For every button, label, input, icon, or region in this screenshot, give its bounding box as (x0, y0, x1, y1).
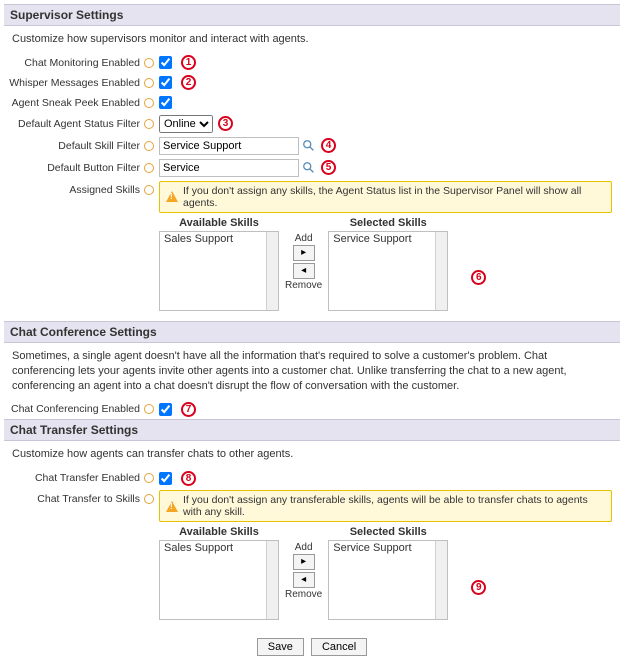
status-filter-label: Default Agent Status Filter (18, 118, 140, 130)
conference-settings-header: Chat Conference Settings (4, 321, 620, 343)
button-filter-input[interactable] (159, 159, 299, 177)
annotation-badge: 1 (181, 55, 196, 70)
transfer-enabled-checkbox[interactable] (159, 472, 172, 485)
supervisor-settings-desc: Customize how supervisors monitor and in… (4, 26, 620, 53)
remove-label: Remove (285, 280, 322, 291)
whisper-checkbox[interactable] (159, 76, 172, 89)
annotation-badge: 7 (181, 402, 196, 417)
help-icon[interactable] (144, 494, 154, 504)
selected-skills-title: Selected Skills (328, 215, 448, 231)
help-icon[interactable] (144, 185, 154, 195)
available-skills-title: Available Skills (159, 524, 279, 540)
chat-monitoring-checkbox[interactable] (159, 56, 172, 69)
help-icon[interactable] (144, 78, 154, 88)
add-label: Add (295, 542, 313, 553)
transfer-skills-warning: If you don't assign any transferable ski… (159, 490, 612, 522)
help-icon[interactable] (144, 473, 154, 483)
help-icon[interactable] (144, 163, 154, 173)
selected-skills-title: Selected Skills (328, 524, 448, 540)
help-icon[interactable] (144, 98, 154, 108)
save-button[interactable]: Save (257, 638, 304, 656)
remove-button[interactable]: ◂ (293, 263, 315, 279)
conference-settings-desc: Sometimes, a single agent doesn't have a… (4, 343, 620, 400)
conference-enabled-label: Chat Conferencing Enabled (11, 403, 140, 415)
transfer-skills-label: Chat Transfer to Skills (37, 493, 140, 505)
skill-filter-label: Default Skill Filter (58, 140, 140, 152)
list-item[interactable]: Service Support (329, 232, 447, 246)
chat-monitoring-label: Chat Monitoring Enabled (24, 57, 140, 69)
cancel-button[interactable]: Cancel (311, 638, 367, 656)
available-skills-listbox[interactable]: Sales Support (159, 540, 279, 620)
conference-enabled-checkbox[interactable] (159, 403, 172, 416)
annotation-badge: 3 (218, 116, 233, 131)
list-item[interactable]: Service Support (329, 541, 447, 555)
button-filter-label: Default Button Filter (47, 162, 140, 174)
annotation-badge: 9 (471, 580, 486, 595)
whisper-label: Whisper Messages Enabled (9, 77, 140, 89)
warning-text: If you don't assign any skills, the Agen… (183, 185, 605, 209)
warning-icon (166, 501, 178, 512)
transfer-enabled-label: Chat Transfer Enabled (35, 472, 140, 484)
status-filter-select[interactable]: Online (159, 115, 213, 133)
help-icon[interactable] (144, 58, 154, 68)
annotation-badge: 5 (321, 160, 336, 175)
add-label: Add (295, 233, 313, 244)
remove-button[interactable]: ◂ (293, 572, 315, 588)
remove-label: Remove (285, 589, 322, 600)
selected-skills-listbox[interactable]: Service Support (328, 231, 448, 311)
list-item[interactable]: Sales Support (160, 541, 278, 555)
warning-text: If you don't assign any transferable ski… (183, 494, 605, 518)
skill-filter-input[interactable] (159, 137, 299, 155)
sneak-peek-checkbox[interactable] (159, 96, 172, 109)
assigned-skills-label: Assigned Skills (69, 184, 140, 196)
annotation-badge: 6 (471, 270, 486, 285)
add-button[interactable]: ▸ (293, 554, 315, 570)
help-icon[interactable] (144, 404, 154, 414)
supervisor-settings-header: Supervisor Settings (4, 4, 620, 26)
add-button[interactable]: ▸ (293, 245, 315, 261)
lookup-icon[interactable] (302, 161, 316, 175)
annotation-badge: 4 (321, 138, 336, 153)
selected-skills-listbox[interactable]: Service Support (328, 540, 448, 620)
warning-icon (166, 191, 178, 202)
help-icon[interactable] (144, 119, 154, 129)
sneak-peek-label: Agent Sneak Peek Enabled (12, 97, 140, 109)
annotation-badge: 8 (181, 471, 196, 486)
assigned-skills-warning: If you don't assign any skills, the Agen… (159, 181, 612, 213)
transfer-settings-header: Chat Transfer Settings (4, 419, 620, 441)
help-icon[interactable] (144, 141, 154, 151)
available-skills-listbox[interactable]: Sales Support (159, 231, 279, 311)
list-item[interactable]: Sales Support (160, 232, 278, 246)
lookup-icon[interactable] (302, 139, 316, 153)
annotation-badge: 2 (181, 75, 196, 90)
transfer-settings-desc: Customize how agents can transfer chats … (4, 441, 620, 468)
available-skills-title: Available Skills (159, 215, 279, 231)
